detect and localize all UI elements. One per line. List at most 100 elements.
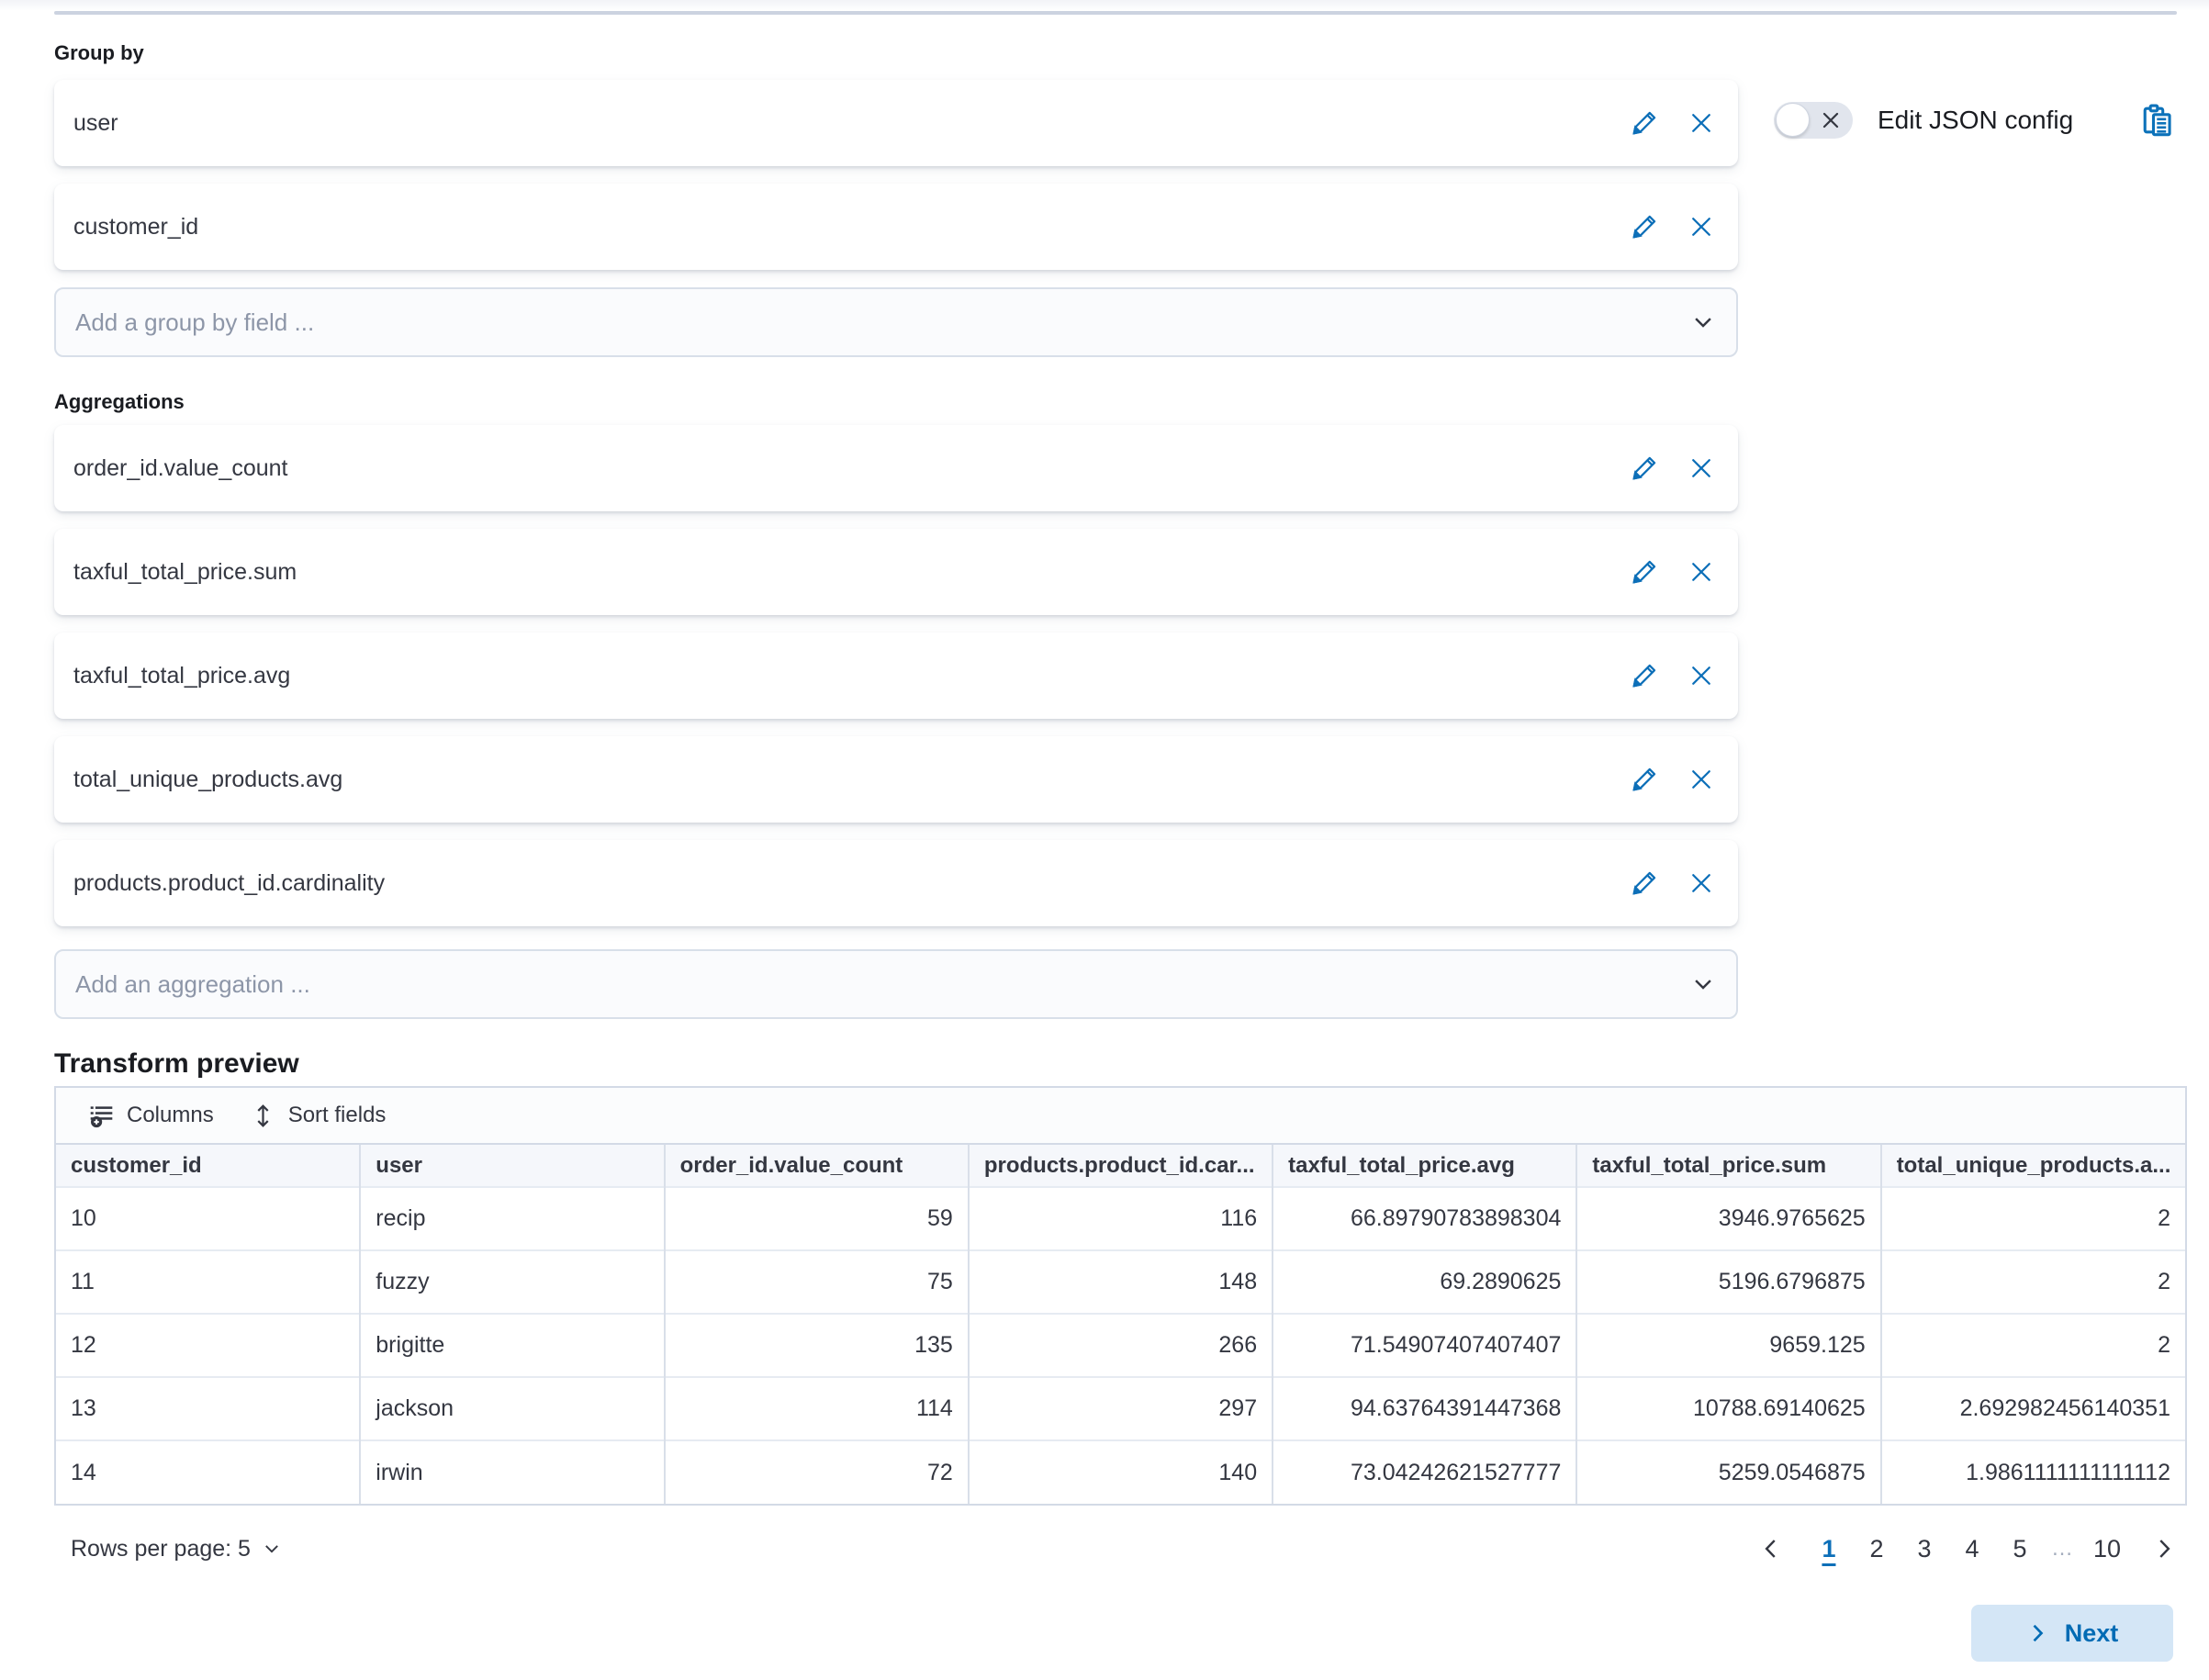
table-row: 12 brigitte 135 266 71.54907407407407 96… — [56, 1314, 2185, 1377]
chevron-down-icon — [1690, 971, 1716, 997]
column-header[interactable]: total_unique_products.a... — [1881, 1145, 2185, 1187]
grid-toolbar: Columns Sort fields — [56, 1088, 2185, 1145]
table-cell: 13 — [56, 1377, 360, 1440]
column-header[interactable]: taxful_total_price.sum — [1576, 1145, 1880, 1187]
column-header[interactable]: order_id.value_count — [665, 1145, 969, 1187]
rows-per-page-label: Rows per page: 5 — [71, 1536, 251, 1562]
table-cell: 10 — [56, 1187, 360, 1250]
edit-button[interactable] — [1630, 212, 1659, 241]
group-by-item: user — [54, 80, 1738, 166]
table-cell: 5259.0546875 — [1576, 1440, 1880, 1504]
table-cell: 1.9861111111111112 — [1881, 1440, 2185, 1504]
table-cell: 5196.6796875 — [1576, 1250, 1880, 1314]
table-cell: jackson — [360, 1377, 664, 1440]
table-cell: fuzzy — [360, 1250, 664, 1314]
page-button-3[interactable]: 3 — [1908, 1533, 1941, 1565]
item-actions — [1630, 840, 1716, 926]
table-cell: 140 — [969, 1440, 1273, 1504]
edit-json-toggle[interactable] — [1774, 102, 1853, 139]
aggregation-item: total_unique_products.avg — [54, 736, 1738, 823]
table-cell: 12 — [56, 1314, 360, 1377]
transform-preview-title: Transform preview — [54, 1048, 2187, 1080]
item-actions — [1630, 80, 1716, 166]
header-row: customer_id user order_id.value_count pr… — [56, 1145, 2185, 1187]
edit-button[interactable] — [1630, 765, 1659, 794]
table-row: 13 jackson 114 297 94.63764391447368 107… — [56, 1377, 2185, 1440]
transform-preview-section: Transform preview Columns Sort fields — [54, 1048, 2187, 1572]
item-actions — [1630, 184, 1716, 270]
table-cell: 2 — [1881, 1314, 2185, 1377]
column-header[interactable]: products.product_id.car... — [969, 1145, 1273, 1187]
page-button-5[interactable]: 5 — [2003, 1533, 2036, 1565]
next-page-button[interactable] — [2150, 1535, 2178, 1562]
table-cell: 72 — [665, 1440, 969, 1504]
pencil-icon — [1632, 559, 1657, 585]
chevron-down-icon — [1690, 309, 1716, 335]
add-aggregation-select[interactable]: Add an aggregation ... — [54, 949, 1738, 1019]
columns-list-add-icon — [89, 1103, 114, 1128]
table-cell: 14 — [56, 1440, 360, 1504]
table-cell: 2 — [1881, 1187, 2185, 1250]
delete-button[interactable] — [1687, 454, 1716, 483]
rows-per-page-button[interactable]: Rows per page: 5 — [71, 1536, 282, 1562]
page-button-2[interactable]: 2 — [1860, 1533, 1893, 1565]
next-step-button-label: Next — [2065, 1619, 2119, 1648]
previous-page-button[interactable] — [1757, 1535, 1785, 1562]
table-cell: 59 — [665, 1187, 969, 1250]
toggle-knob — [1776, 103, 1810, 137]
page-button-1[interactable]: 1 — [1812, 1533, 1845, 1565]
columns-button[interactable]: Columns — [89, 1103, 214, 1128]
edit-button[interactable] — [1630, 557, 1659, 587]
delete-button[interactable] — [1687, 661, 1716, 690]
toggle-off-cross-icon — [1822, 111, 1840, 129]
pagination-bar: Rows per page: 5 1 2 3 4 5 … 10 — [54, 1526, 2187, 1572]
table-cell: 11 — [56, 1250, 360, 1314]
delete-button[interactable] — [1687, 765, 1716, 794]
aggregation-item: products.product_id.cardinality — [54, 840, 1738, 926]
page-list: 1 2 3 4 5 … 10 — [1757, 1533, 2178, 1565]
table-cell: 66.89790783898304 — [1273, 1187, 1576, 1250]
edit-button[interactable] — [1630, 661, 1659, 690]
edit-button[interactable] — [1630, 454, 1659, 483]
pencil-icon — [1632, 870, 1657, 896]
edit-button[interactable] — [1630, 868, 1659, 898]
table-cell: 2.692982456140351 — [1881, 1377, 2185, 1440]
add-group-by-select[interactable]: Add a group by field ... — [54, 287, 1738, 357]
edit-json-config-label: Edit JSON config — [1878, 106, 2073, 135]
sort-fields-button[interactable]: Sort fields — [251, 1103, 387, 1128]
copy-to-clipboard-button[interactable] — [2139, 102, 2176, 139]
transform-config-panel: Group by user customer_id — [54, 0, 1738, 1019]
chevron-right-icon — [2152, 1537, 2176, 1561]
edit-button[interactable] — [1630, 108, 1659, 138]
table-cell: 75 — [665, 1250, 969, 1314]
delete-button[interactable] — [1687, 868, 1716, 898]
aggregation-item-label: taxful_total_price.sum — [73, 559, 297, 586]
column-header[interactable]: taxful_total_price.avg — [1273, 1145, 1576, 1187]
column-header[interactable]: user — [360, 1145, 664, 1187]
table-cell: 3946.9765625 — [1576, 1187, 1880, 1250]
delete-button[interactable] — [1687, 212, 1716, 241]
preview-data-grid: Columns Sort fields customer_id user ord… — [54, 1086, 2187, 1506]
column-header[interactable]: customer_id — [56, 1145, 360, 1187]
delete-button[interactable] — [1687, 108, 1716, 138]
table-cell: 116 — [969, 1187, 1273, 1250]
table-cell: 148 — [969, 1250, 1273, 1314]
table-cell: 297 — [969, 1377, 1273, 1440]
aggregation-item-label: taxful_total_price.avg — [73, 663, 290, 689]
page-button-4[interactable]: 4 — [1956, 1533, 1989, 1565]
sort-fields-button-label: Sort fields — [288, 1103, 387, 1128]
columns-button-label: Columns — [127, 1103, 214, 1128]
add-group-by-placeholder: Add a group by field ... — [75, 308, 314, 337]
delete-button[interactable] — [1687, 557, 1716, 587]
table-row: 11 fuzzy 75 148 69.2890625 5196.6796875 … — [56, 1250, 2185, 1314]
chevron-right-icon — [2026, 1622, 2048, 1644]
group-by-label: Group by — [54, 41, 1738, 65]
pencil-icon — [1632, 214, 1657, 240]
page-button-10[interactable]: 10 — [2090, 1533, 2125, 1565]
next-step-button[interactable]: Next — [1971, 1605, 2173, 1662]
pencil-icon — [1632, 767, 1657, 792]
edit-json-config-row: Edit JSON config — [1774, 99, 2176, 141]
group-by-item: customer_id — [54, 184, 1738, 270]
aggregation-item-label: products.product_id.cardinality — [73, 870, 385, 897]
cross-icon — [1688, 663, 1714, 689]
